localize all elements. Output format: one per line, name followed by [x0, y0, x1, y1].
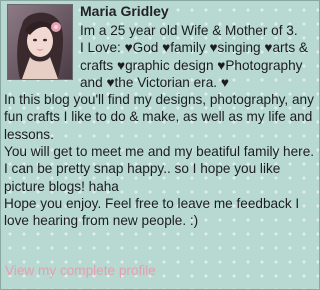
bio-line: I Love: ♥God ♥family ♥singing ♥arts & — [80, 40, 308, 56]
bio-line: Im a 25 year old Wife & Mother of 3. — [80, 23, 298, 38]
bio-line: fun crafts I like to do & make, as well … — [4, 109, 313, 125]
bio-line: I can be pretty snap happy.. so I hope y… — [4, 161, 281, 177]
bio-line: Hope you enjoy. Feel free to leave me fe… — [4, 195, 300, 211]
profile-name: Maria Gridley — [80, 3, 169, 19]
profile-bio: Im a 25 year old Wife & Mother of 3. I L… — [4, 22, 318, 230]
view-profile-link[interactable]: View my complete profile — [5, 262, 156, 279]
bio-line: In this blog you'll find my designs, pho… — [4, 92, 314, 108]
bio-line: You will get to meet me and my beatiful … — [4, 144, 315, 160]
bio-line: crafts ♥graphic design ♥Photography — [80, 57, 303, 73]
bio-line: lessons. — [4, 126, 54, 142]
bio-line: love hearing from new people. :) — [4, 213, 199, 229]
bio-line: picture blogs! haha — [4, 178, 119, 194]
bio-line: and ♥the Victorian era. ♥ — [80, 74, 229, 90]
